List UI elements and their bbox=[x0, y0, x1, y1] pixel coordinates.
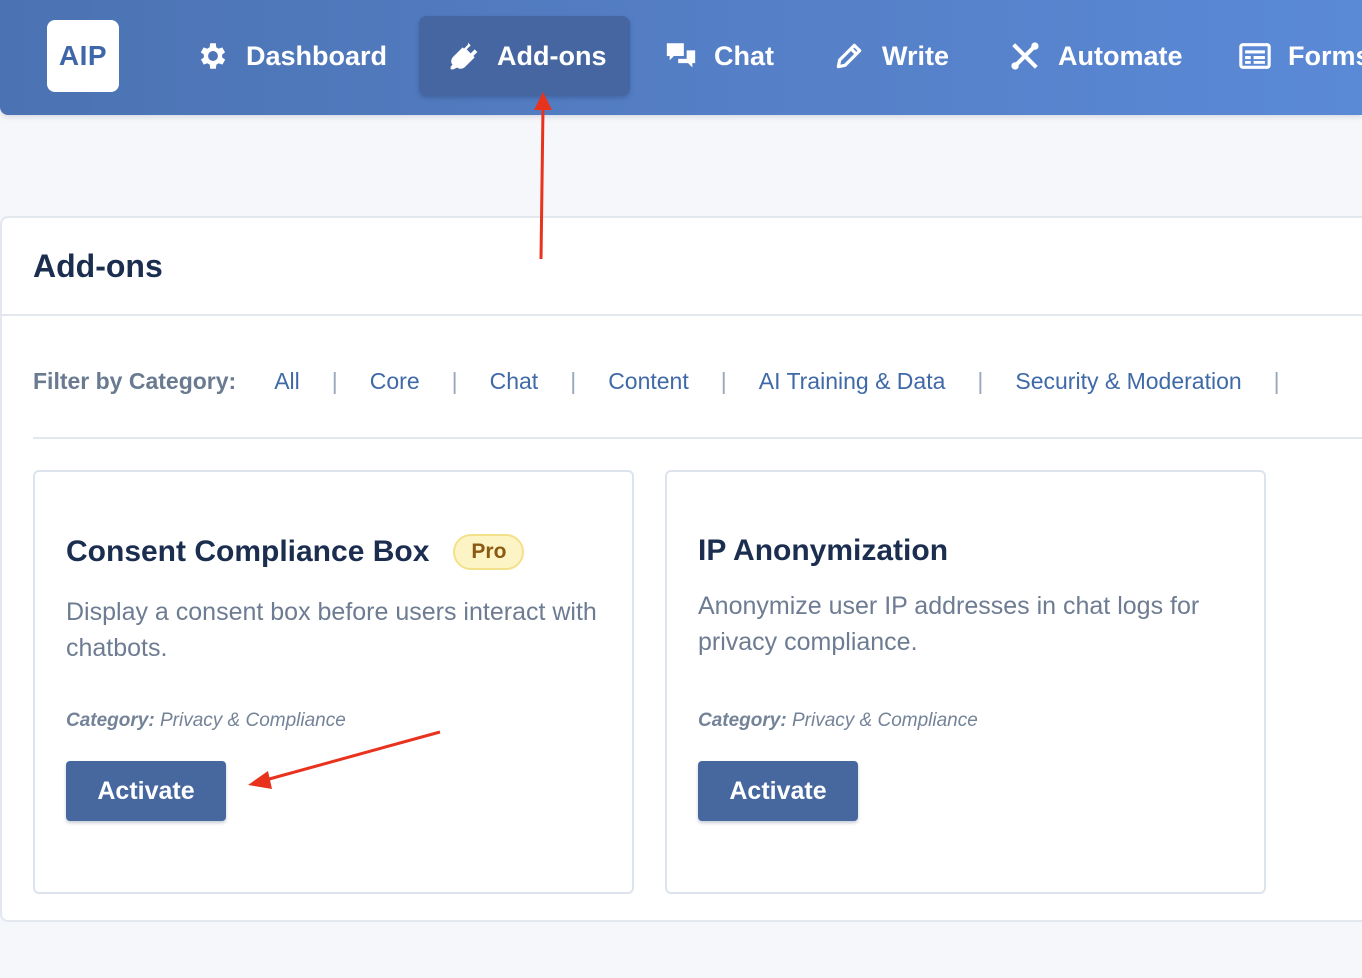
category-label: Category: bbox=[66, 710, 155, 731]
nav-item-write[interactable]: Write bbox=[832, 16, 949, 96]
form-icon bbox=[1238, 39, 1272, 73]
card-description: Display a consent box before users inter… bbox=[66, 598, 597, 662]
card-title-text: IP Anonymization bbox=[698, 534, 949, 567]
nav-item-forms[interactable]: Forms bbox=[1238, 16, 1362, 96]
filter-separator: | bbox=[570, 368, 577, 394]
filter-chat[interactable]: Chat bbox=[490, 368, 539, 395]
nav-label: Forms bbox=[1288, 40, 1362, 71]
card-title: IP Anonymization bbox=[698, 534, 948, 568]
nav-item-dashboard[interactable]: Dashboard bbox=[196, 16, 387, 96]
category-value: Privacy & Compliance bbox=[159, 710, 346, 731]
nav-item-chat[interactable]: Chat bbox=[664, 16, 774, 96]
app-logo[interactable]: AIP bbox=[47, 20, 119, 92]
chat-bubbles-icon bbox=[664, 39, 698, 73]
nav-label: Write bbox=[882, 40, 950, 71]
wrench-icon bbox=[1008, 39, 1042, 73]
gear-icon bbox=[196, 39, 230, 73]
panel-header: Add-ons bbox=[2, 218, 1362, 316]
category-value: Privacy & Compliance bbox=[791, 710, 978, 731]
filter-separator: | bbox=[1273, 368, 1280, 394]
filter-separator: | bbox=[977, 368, 984, 394]
addon-card-ip-anonymization: IP Anonymization Anonymize user IP addre… bbox=[665, 470, 1266, 894]
nav-label: Automate bbox=[1058, 40, 1183, 71]
filter-core[interactable]: Core bbox=[370, 368, 420, 395]
nav-label: Dashboard bbox=[246, 40, 388, 71]
category-filter: Filter by Category: All | Core | Chat | … bbox=[33, 368, 1312, 395]
card-description: Anonymize user IP addresses in chat logs… bbox=[698, 592, 1200, 656]
top-navigation-bar: AIP Dashboard Add-ons Chat Write Automat… bbox=[0, 0, 1362, 115]
add-ons-panel: Add-ons Filter by Category: All | Core |… bbox=[0, 216, 1362, 922]
category-label: Category: bbox=[698, 710, 787, 731]
nav-label: Chat bbox=[714, 40, 774, 71]
pro-badge: Pro bbox=[453, 534, 525, 570]
card-category: Category: Privacy & Compliance bbox=[66, 710, 346, 732]
filter-all[interactable]: All bbox=[274, 368, 300, 395]
filter-ai-training-data[interactable]: AI Training & Data bbox=[759, 368, 946, 395]
filter-separator: | bbox=[720, 368, 727, 394]
activate-button[interactable]: Activate bbox=[66, 761, 226, 821]
nav-label: Add-ons bbox=[497, 40, 607, 71]
filter-label: Filter by Category: bbox=[33, 368, 237, 394]
pencil-icon bbox=[832, 39, 866, 73]
card-title-text: Consent Compliance Box bbox=[66, 535, 430, 568]
divider bbox=[33, 437, 1362, 439]
nav-item-automate[interactable]: Automate bbox=[1008, 16, 1183, 96]
filter-content[interactable]: Content bbox=[608, 368, 689, 395]
card-title: Consent Compliance Box Pro bbox=[66, 534, 525, 570]
activate-button[interactable]: Activate bbox=[698, 761, 858, 821]
page-title: Add-ons bbox=[33, 247, 163, 284]
filter-security-moderation[interactable]: Security & Moderation bbox=[1015, 368, 1241, 395]
nav-item-add-ons[interactable]: Add-ons bbox=[419, 16, 631, 96]
filter-separator: | bbox=[451, 368, 458, 394]
logo-text: AIP bbox=[58, 40, 108, 71]
filter-separator: | bbox=[331, 368, 338, 394]
card-category: Category: Privacy & Compliance bbox=[698, 710, 978, 732]
plug-icon bbox=[447, 39, 481, 73]
addon-card-consent-compliance-box: Consent Compliance Box Pro Display a con… bbox=[33, 470, 634, 894]
